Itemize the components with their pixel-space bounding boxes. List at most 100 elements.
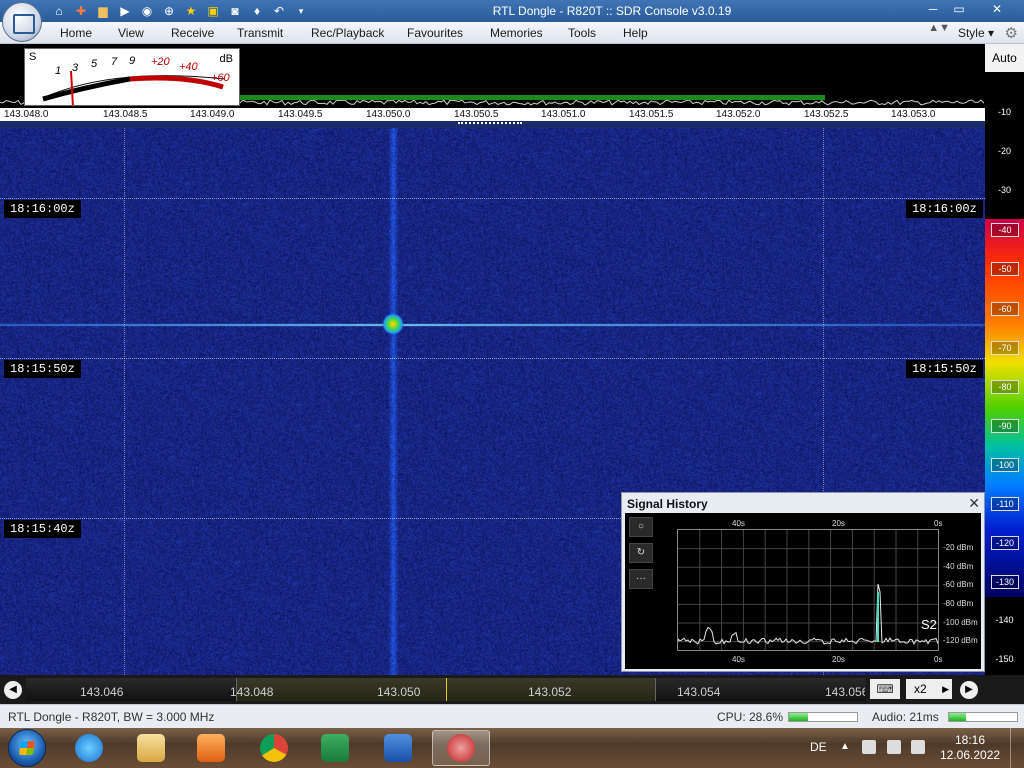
history-y-label: -20 dBm (943, 543, 974, 552)
tab-memories[interactable]: Memories (490, 26, 543, 40)
tray-expand-icon[interactable]: ▲ (840, 741, 850, 752)
scroll-freq-label: 143.046 (80, 685, 124, 699)
taskbar-media-player[interactable] (182, 730, 240, 766)
spectrum-display[interactable]: S dB 1 3 5 7 9 +20 +40 +60 (0, 44, 985, 108)
time-label-left: 18:15:40z (4, 520, 81, 538)
s-meter-tick: +20 (151, 56, 170, 68)
taskbar-sdr-console[interactable] (432, 730, 490, 766)
taskbar-explorer[interactable] (122, 730, 180, 766)
scroll-freq-label: 143.048 (230, 685, 274, 699)
s-meter: S dB 1 3 5 7 9 +20 +40 +60 (24, 48, 240, 106)
freq-tick: 143.052.0 (716, 109, 761, 120)
more-button[interactable]: ··· (629, 569, 653, 589)
vfo-marker (446, 678, 447, 701)
internet-explorer-icon (75, 734, 103, 762)
show-desktop-button[interactable] (1010, 728, 1024, 768)
ribbon-tabs: Home View Receive Transmit Rec/Playback … (0, 22, 1024, 44)
auto-scale-button[interactable]: Auto (985, 44, 1024, 72)
style-label: Style (957, 26, 985, 40)
freq-tick: 143.049.5 (278, 109, 323, 120)
freq-tick: 143.051.5 (629, 109, 674, 120)
db-tick-label: -70 (991, 340, 1019, 355)
time-label-left: 18:15:50z (4, 360, 81, 378)
tab-home[interactable]: Home (60, 26, 92, 40)
gear-icon[interactable]: ⚙ (1005, 24, 1018, 42)
s-meter-tick: 7 (111, 56, 118, 68)
db-tick-label: -10 (997, 107, 1011, 117)
frequency-scale[interactable]: 143.048.0 143.048.5 143.049.0 143.049.5 … (0, 108, 985, 121)
folder-icon (137, 734, 165, 762)
history-x-label: 0s (934, 655, 943, 664)
history-x-label: 40s (732, 519, 745, 528)
db-tick-label: -100 (991, 457, 1019, 472)
scroll-right-button[interactable]: ▶ (960, 681, 978, 699)
freq-tick: 143.053.0 (891, 109, 936, 120)
db-tick-label: -40 (991, 223, 1019, 238)
device-status: RTL Dongle - R820T, BW = 3.000 MHz (8, 710, 215, 724)
start-button[interactable] (8, 729, 46, 767)
s-meter-tick: +40 (179, 61, 198, 73)
record-button[interactable]: ○ (629, 517, 653, 537)
passband-indicator (240, 95, 825, 100)
clock-date: 12.06.2022 (940, 748, 1001, 762)
time-label-right: 18:15:50z (906, 360, 983, 378)
tab-transmit[interactable]: Transmit (237, 26, 283, 40)
db-tick-label: -140 (995, 615, 1014, 626)
ribbon-scroll-icon[interactable]: ▲▼ (928, 23, 950, 34)
freq-tick: 143.048.5 (103, 109, 148, 120)
taskbar-internet-explorer[interactable] (60, 730, 118, 766)
scroll-left-button[interactable]: ◀ (4, 681, 22, 699)
tuner-drag-handle[interactable] (458, 122, 522, 126)
signal-history-title: Signal History (627, 497, 708, 511)
zoom-selector[interactable]: x2 ▶ (906, 679, 952, 699)
signal-history-body: ○ ↻ ··· 40s 20s 0s -20 dBm -40 dBm -60 d… (625, 513, 981, 669)
scroll-freq-label: 143.052 (528, 685, 572, 699)
history-y-label: -100 dBm (943, 618, 978, 627)
app-menu-button[interactable] (2, 2, 42, 42)
maximize-button[interactable]: ▭ (946, 0, 972, 18)
history-x-label: 0s (934, 519, 943, 528)
reset-button[interactable]: ↻ (629, 543, 653, 563)
history-y-label: -40 dBm (943, 562, 974, 571)
clock[interactable]: 18:16 12.06.2022 (940, 733, 1000, 763)
cpu-meter-fill (789, 713, 809, 721)
scroll-freq-label: 143.050 (377, 685, 421, 699)
tab-rec-playback[interactable]: Rec/Playback (311, 26, 384, 40)
keyboard-icon[interactable]: ⌨ (870, 679, 900, 699)
audio-latency-label: Audio: 21ms (872, 710, 939, 724)
usb-icon[interactable] (862, 740, 876, 754)
db-tick-label: -30 (997, 185, 1011, 196)
tab-tools[interactable]: Tools (568, 26, 596, 40)
s-meter-s-label: S (29, 51, 37, 63)
time-label-left: 18:16:00z (4, 200, 81, 218)
freq-tick: 143.050.0 (366, 109, 411, 120)
s-meter-tick: 5 (91, 58, 98, 70)
time-grid-line (0, 358, 985, 359)
s-meter-db-label: dB (219, 53, 233, 65)
history-y-label: -120 dBm (943, 636, 978, 645)
tab-help[interactable]: Help (623, 26, 648, 40)
history-y-label: -60 dBm (943, 580, 974, 589)
style-menu[interactable]: Style ▾ (958, 26, 994, 40)
tab-favourites[interactable]: Favourites (407, 26, 463, 40)
db-tick-label: -60 (991, 301, 1019, 316)
close-button[interactable]: ✕ (980, 0, 1014, 18)
db-scale: Auto -10 -20 -30 -40 -50 -60 -70 -80 -90 -100 -110… (985, 44, 1024, 675)
taskbar-excel[interactable] (306, 730, 364, 766)
close-icon[interactable]: ✕ (968, 495, 980, 512)
flag-icon[interactable] (887, 740, 901, 754)
db-tick-label: -50 (991, 262, 1019, 277)
tab-receive[interactable]: Receive (171, 26, 214, 40)
language-indicator[interactable]: DE (810, 740, 827, 754)
signal-history-window[interactable]: Signal History ✕ ○ ↻ ··· 40s 20s 0s -20 … (621, 492, 985, 672)
minimize-button[interactable]: ─ (920, 0, 946, 18)
db-tick-label: -150 (995, 654, 1014, 665)
taskbar-chrome[interactable] (245, 730, 303, 766)
tab-view[interactable]: View (118, 26, 144, 40)
taskbar: DE ▲ 18:16 12.06.2022 (0, 728, 1024, 768)
clock-time: 18:16 (954, 733, 986, 747)
taskbar-word[interactable] (369, 730, 427, 766)
network-icon[interactable] (911, 740, 925, 754)
cpu-label: CPU: 28.6% (717, 710, 784, 724)
db-tick-label: -110 (991, 497, 1019, 511)
